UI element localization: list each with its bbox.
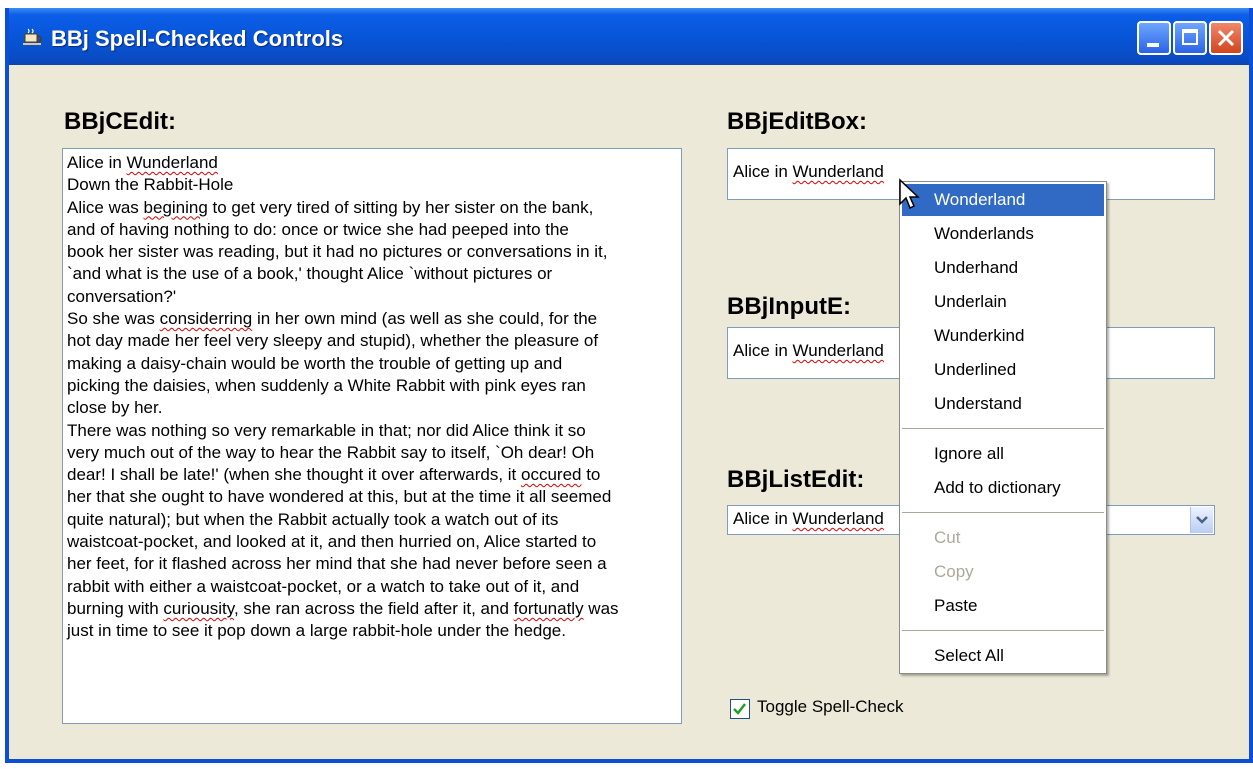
cedit-line: making a daisy-chain would be worth the … [67,353,677,375]
minimize-button[interactable] [1137,21,1171,55]
cedit-text: waistcoat-pocket, and looked at it, and … [67,532,597,552]
cedit-text: Alice in [67,153,127,172]
chevron-down-icon [1196,516,1208,524]
cedit-line: Alice in Wunderland [67,152,677,174]
cedit-text: There was nothing so very remarkable in … [67,420,586,440]
cedit-line: just in time to see it pop down a large … [67,620,677,642]
close-button[interactable] [1209,21,1243,55]
cedit-text: So she was [67,309,160,329]
menu-item-suggestion[interactable]: Wunderkind [902,320,1104,352]
misspelled-word[interactable]: fortunatly [514,599,584,618]
cedit-text: conversation?' [67,286,177,306]
editbox-label: BBjEditBox: [727,108,867,135]
cedit-line: burning with curiousity, she ran across … [67,598,677,620]
spellcheck-context-menu: Wonderland Wonderlands Underhand Underla… [899,181,1107,674]
cedit-text: picking the daisies, when suddenly a Whi… [67,375,586,395]
cedit-line: conversation?' [67,286,677,308]
cedit-text: just in time to see it pop down a large … [67,621,566,641]
minimize-icon [1147,43,1159,47]
spellcheck-label[interactable]: Toggle Spell-Check [757,697,903,717]
cedit-text: her that she ought to have wondered at t… [67,487,612,507]
inpute-text: Alice in [733,341,793,360]
cedit-text: Down the Rabbit-Hole [67,175,234,195]
cedit-text: to [581,465,601,485]
inpute-label: BBjInputE: [727,293,851,320]
menu-separator [902,428,1104,429]
mouse-cursor-icon [899,178,920,210]
cedit-line: and of having nothing to do: once or twi… [67,219,677,241]
cedit-label: BBjCEdit: [64,108,176,135]
misspelled-word[interactable]: considerring [160,309,253,328]
cedit-line: her that she ought to have wondered at t… [67,486,677,508]
cedit-text: , she ran across the field after it, and [233,598,514,618]
cedit-line: waistcoat-pocket, and looked at it, and … [67,531,677,553]
cedit-line: hot day made her feel very sleepy and st… [67,330,677,352]
menu-item-suggestion[interactable]: Underlined [902,354,1104,386]
listedit-text: Alice in [733,509,793,528]
misspelled-word[interactable]: begining [144,198,208,217]
editbox-misspelled-word[interactable]: Wunderland [793,162,884,181]
cedit-line: `and what is the use of a book,' thought… [67,263,677,285]
cedit-line: book her sister was reading, but it had … [67,241,677,263]
cedit-text: quite natural); but when the Rabbit actu… [67,509,559,529]
cedit-line: Down the Rabbit-Hole [67,174,677,196]
menu-item-suggestion[interactable]: Understand [902,388,1104,420]
cedit-line: picking the daisies, when suddenly a Whi… [67,375,677,397]
maximize-button[interactable] [1173,21,1207,55]
cedit-text: to get very tired of sitting by her sist… [207,197,594,217]
cedit-line: quite natural); but when the Rabbit actu… [67,509,677,531]
cedit-text: and of having nothing to do: once or twi… [67,219,569,239]
app-window: BBj Spell-Checked Controls BBjCEdit: BBj… [5,8,1253,763]
menu-item-suggestion[interactable]: Underlain [902,286,1104,318]
dropdown-button[interactable] [1190,507,1213,533]
listedit-label: BBjListEdit: [727,466,865,493]
cedit-line: dear! I shall be late!' (when she though… [67,464,677,486]
editbox-text: Alice in [733,162,793,181]
menu-separator [902,630,1104,631]
window-title: BBj Spell-Checked Controls [51,26,344,51]
menu-item-copy: Copy [934,562,974,581]
cedit-line: So she was considerring in her own mind … [67,308,677,330]
misspelled-word[interactable]: curiousity [163,599,234,618]
menu-item-select-all[interactable]: Select All [902,640,1104,672]
menu-item-paste[interactable]: Paste [902,590,1104,622]
misspelled-word[interactable]: occured [521,465,581,484]
menu-item-suggestion[interactable]: Underhand [902,252,1104,284]
cedit-line: very much out of the way to hear the Rab… [67,442,677,464]
cedit-line: rabbit with either a waistcoat-pocket, o… [67,576,677,598]
cedit-text: her feet, for it flashed across her mind… [67,554,607,574]
inpute-misspelled-word[interactable]: Wunderland [793,341,884,360]
cedit-text: was [583,598,619,618]
cedit-text: in her own mind (as well as she could, f… [252,309,598,329]
coffee-cup-icon [23,28,42,45]
cedit-text: hot day made her feel very sleepy and st… [67,331,599,351]
title-bar[interactable]: BBj Spell-Checked Controls [9,8,1249,65]
cedit-text: close by her. [67,398,163,418]
cedit-line: There was nothing so very remarkable in … [67,420,677,442]
cedit-text: very much out of the way to hear the Rab… [67,442,595,462]
menu-item-add-to-dictionary[interactable]: Add to dictionary [902,472,1104,504]
menu-separator [902,512,1104,513]
listedit-misspelled-word[interactable]: Wunderland [793,509,884,528]
checkmark-icon [733,703,746,715]
cedit-text: Alice was [67,197,144,217]
misspelled-word[interactable]: Wunderland [127,153,218,172]
cedit-textarea[interactable]: Alice in Wunderland Down the Rabbit-Hole A… [62,148,682,724]
menu-item-suggestion[interactable]: Wonderland [902,184,1104,216]
menu-item-cut: Cut [934,528,961,547]
cedit-line: Alice was begining to get very tired of … [67,197,677,219]
cedit-line: her feet, for it flashed across her mind… [67,553,677,575]
maximize-icon [1182,29,1198,45]
cedit-text: rabbit with either a waistcoat-pocket, o… [67,576,580,596]
close-icon [1217,29,1235,47]
cedit-line: close by her. [67,397,677,419]
cedit-text: making a daisy-chain would be worth the … [67,353,563,373]
cedit-text: book her sister was reading, but it had … [67,242,608,262]
cedit-text: burning with [67,598,164,618]
cedit-text: dear! I shall be late!' (when she though… [67,465,521,485]
menu-item-suggestion[interactable]: Wonderlands [902,218,1104,250]
spellcheck-checkbox[interactable] [730,699,750,719]
menu-item-ignore-all[interactable]: Ignore all [902,438,1104,470]
cedit-text: `and what is the use of a book,' thought… [67,264,553,284]
